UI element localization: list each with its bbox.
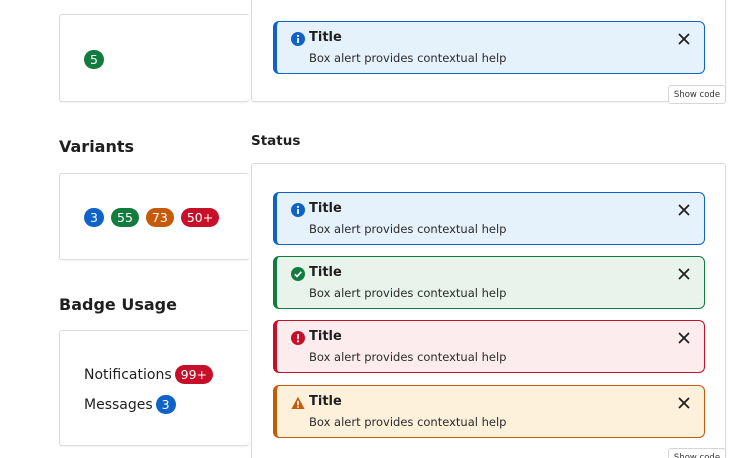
status-heading: Status — [251, 133, 301, 149]
alert-body: Box alert provides contextual help — [309, 415, 507, 429]
badge-info: 3 — [84, 208, 104, 227]
alert-title: Title — [309, 329, 342, 344]
variants-badge-group: 3 55 73 50+ — [84, 208, 220, 227]
badge-usage-card: Notifications 99+ Messages 3 — [59, 330, 249, 446]
alert-danger: Title Box alert provides contextual help — [273, 320, 705, 373]
close-icon[interactable] — [676, 266, 692, 282]
badge-success: 55 — [111, 208, 139, 227]
info-icon — [291, 203, 305, 217]
messages-row[interactable]: Messages 3 — [84, 395, 176, 414]
messages-label: Messages — [84, 396, 153, 413]
alert-title: Title — [309, 30, 342, 45]
show-code-button[interactable]: Show code — [668, 448, 726, 458]
badge-usage-heading: Badge Usage — [59, 295, 177, 314]
variants-card: 3 55 73 50+ — [59, 173, 249, 260]
messages-badge: 3 — [155, 395, 176, 414]
close-icon[interactable] — [676, 395, 692, 411]
notifications-row[interactable]: Notifications 99+ — [84, 365, 214, 384]
badge-danger: 50+ — [180, 208, 220, 227]
info-icon — [291, 32, 305, 46]
top-badge-card: 5 — [59, 14, 249, 102]
alert-body: Box alert provides contextual help — [309, 350, 507, 364]
check-circle-icon — [291, 267, 305, 281]
close-icon[interactable] — [676, 330, 692, 346]
alert-title: Title — [309, 394, 342, 409]
alert-title: Title — [309, 265, 342, 280]
top-alert: Title Box alert provides contextual help — [273, 21, 705, 74]
alert-title: Title — [309, 201, 342, 216]
alert-body: Box alert provides contextual help — [309, 51, 507, 65]
notifications-badge: 99+ — [174, 365, 214, 384]
badge-warning: 73 — [145, 208, 174, 227]
variants-heading: Variants — [59, 137, 135, 156]
close-icon[interactable] — [676, 31, 692, 47]
notifications-label: Notifications — [84, 366, 172, 383]
show-code-button[interactable]: Show code — [668, 85, 726, 104]
count-badge: 5 — [84, 50, 104, 69]
alert-body: Box alert provides contextual help — [309, 286, 507, 300]
alert-success: Title Box alert provides contextual help — [273, 256, 705, 309]
alert-warning: Title Box alert provides contextual help — [273, 385, 705, 438]
alert-info: Title Box alert provides contextual help — [273, 192, 705, 245]
warning-icon — [291, 396, 305, 409]
close-icon[interactable] — [676, 202, 692, 218]
alert-body: Box alert provides contextual help — [309, 222, 507, 236]
error-icon — [291, 331, 305, 345]
